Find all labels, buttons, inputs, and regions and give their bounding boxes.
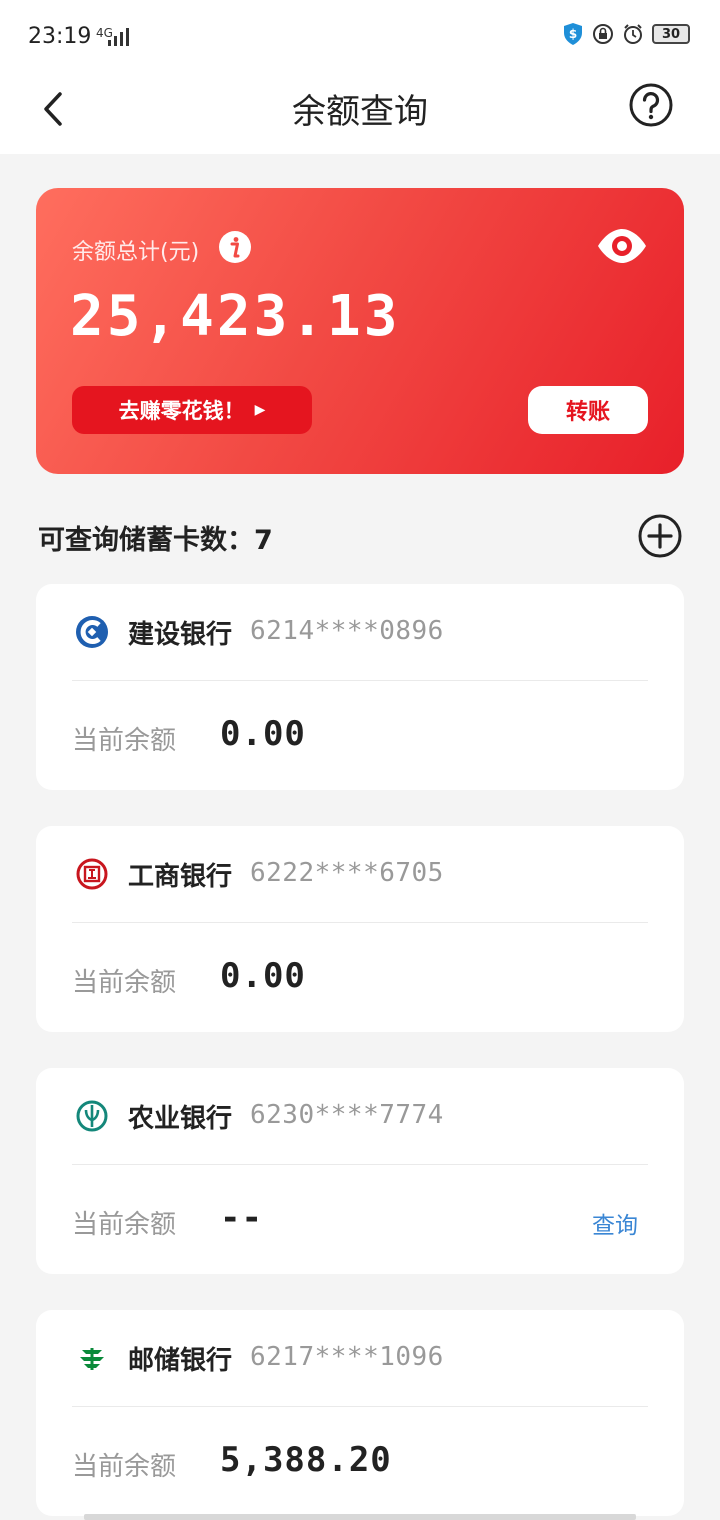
current-balance-label: 当前余额 [72,1210,177,1240]
current-balance-label: 当前余额 [72,726,177,756]
bank-card-abc[interactable]: 农业银行 6230****7774 当前余额 -- 查询 [36,1068,684,1274]
ccb-logo-icon [76,616,108,648]
eye-icon[interactable] [596,228,648,264]
divider [72,1164,648,1165]
signal-icon [108,28,129,46]
earn-pocket-money-button[interactable]: 去赚零花钱！ ▶ [72,386,312,434]
current-balance-label: 当前余额 [72,968,177,998]
card-number: 6230****7774 [250,1100,444,1130]
info-icon[interactable] [218,230,252,264]
divider [72,922,648,923]
alarm-icon [624,24,642,44]
abc-logo-icon [76,1100,108,1132]
play-arrow-icon: ▶ [254,402,266,418]
status-icons: $ 30 [562,22,690,46]
bank-name: 建设银行 [128,620,233,650]
bank-card-psbc[interactable]: 邮储银行 6217****1096 当前余额 5,388.20 [36,1310,684,1516]
balance-card: 余额总计(元) 25,423.13 去赚零花钱！ ▶ 转账 [36,188,684,474]
current-balance-value: 5,388.20 [220,1440,392,1480]
card-number: 6217****1096 [250,1342,444,1372]
balance-label: 余额总计(元) [72,240,200,265]
query-balance-link[interactable]: 查询 [592,1206,638,1240]
card-count-heading: 可查询储蓄卡数：7 [38,525,273,556]
current-balance-value: 0.00 [220,714,306,754]
current-balance-value: 0.00 [220,956,306,996]
bank-name: 工商银行 [128,862,233,892]
next-card-edge [84,1514,636,1520]
nav-bar: 余额查询 [0,70,720,154]
divider [72,680,648,681]
current-balance-value: -- [220,1198,263,1238]
lock-rotation-icon [593,24,613,44]
transfer-button[interactable]: 转账 [528,386,648,434]
psbc-logo-icon [80,1348,104,1370]
add-card-icon[interactable] [638,514,682,558]
card-number: 6214****0896 [250,616,444,646]
icbc-logo-icon [76,858,108,890]
help-icon[interactable] [628,82,674,128]
bank-card-ccb[interactable]: 建设银行 6214****0896 当前余额 0.00 [36,584,684,790]
status-bar: 23:19 4G $ 30 [0,0,720,70]
current-balance-label: 当前余额 [72,1452,177,1482]
bank-card-icbc[interactable]: 工商银行 6222****6705 当前余额 0.00 [36,826,684,1032]
bank-name: 农业银行 [128,1104,233,1134]
page-title: 余额查询 [292,92,428,132]
battery-indicator: 30 [652,24,690,44]
card-number: 6222****6705 [250,858,444,888]
bank-name: 邮储银行 [128,1346,233,1376]
svg-text:$: $ [569,27,577,41]
balance-amount: 25,423.13 [70,284,401,349]
earn-button-label: 去赚零花钱！ [118,399,245,423]
divider [72,1406,648,1407]
status-time: 23:19 [28,24,92,49]
shield-icon: $ [564,23,582,45]
